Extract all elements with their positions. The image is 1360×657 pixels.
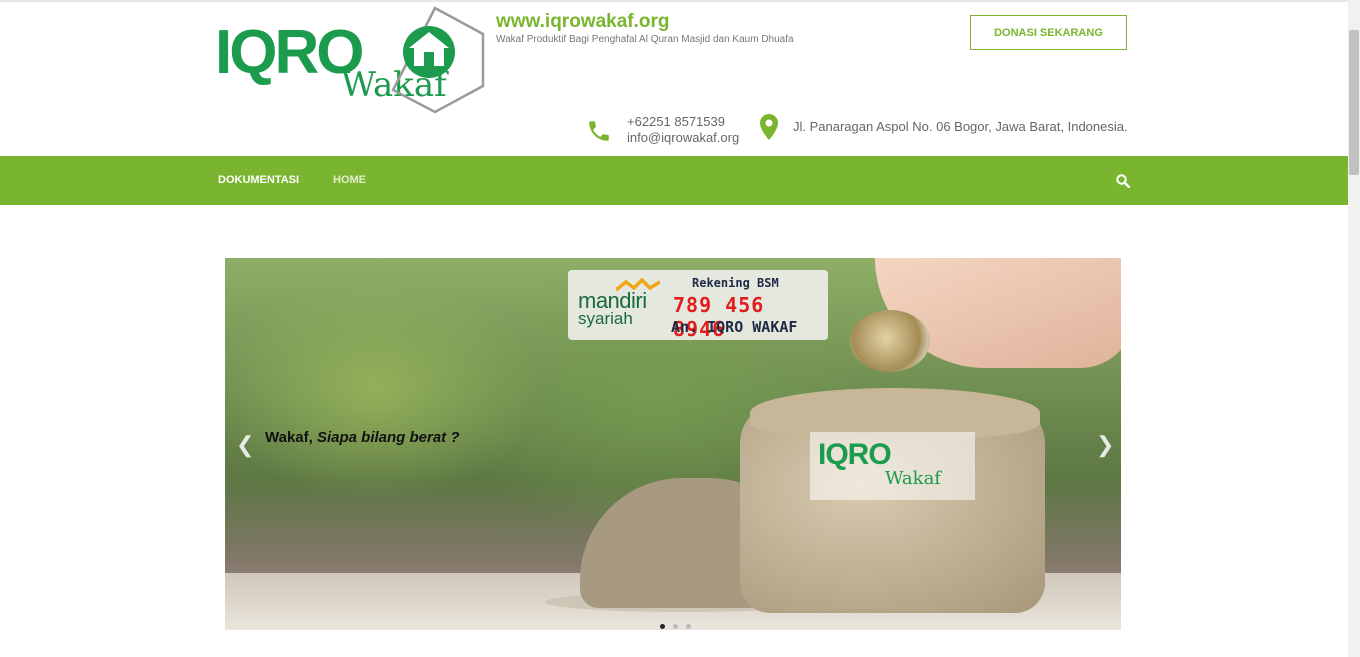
bank-account-owner: An. IQRO WAKAF [671,318,798,336]
sack-logo: IQRO Wakaf [810,432,975,500]
caption-italic: Siapa bilang berat ? [316,429,460,446]
logo-house-icon [391,6,485,114]
phone-number[interactable]: +62251 8571539 [627,114,739,130]
slider-dot[interactable] [673,624,678,629]
scrollbar-thumb[interactable] [1349,30,1359,175]
sack-top [750,388,1040,438]
slide-caption: Wakaf, Siapa bilang berat ? [265,429,460,446]
contact-info: +62251 8571539 info@iqrowakaf.org [627,114,739,146]
bank-account-banner: mandiri syariah Rekening BSM 789 456 894… [568,270,828,341]
top-border [0,0,1348,2]
main-navbar: DOKUMENTASI HOME [0,156,1348,205]
site-tagline: Wakaf Produktif Bagi Penghafal Al Quran … [496,34,794,45]
map-pin-icon [760,114,778,140]
nav-item-dokumentasi[interactable]: DOKUMENTASI [218,156,299,205]
sack-logo-sub: Wakaf [885,468,941,489]
sack-logo-text: IQRO [818,438,892,471]
chevron-left-icon[interactable]: ❮ [236,432,254,458]
search-icon[interactable] [1116,174,1130,188]
slider-dots [660,616,699,634]
slider-dot[interactable] [660,624,665,629]
donate-button[interactable]: DONASI SEKARANG [970,15,1127,50]
site-logo[interactable]: IQRO Wakaf [215,6,487,114]
caption-plain: Wakaf, [265,429,313,446]
site-url[interactable]: www.iqrowakaf.org [496,11,670,33]
phone-icon [589,121,609,141]
bank-account-title: Rekening BSM [692,276,779,290]
coin-image [850,310,930,372]
address: Jl. Panaragan Aspol No. 06 Bogor, Jawa B… [793,119,1128,134]
nav-item-home[interactable]: HOME [333,156,366,205]
slider-dot[interactable] [686,624,691,629]
scrollbar[interactable] [1348,0,1360,657]
chevron-right-icon[interactable]: ❯ [1096,432,1114,458]
bank-sub: syariah [578,309,633,328]
email-address[interactable]: info@iqrowakaf.org [627,130,739,146]
logo-text: IQRO [215,18,364,87]
